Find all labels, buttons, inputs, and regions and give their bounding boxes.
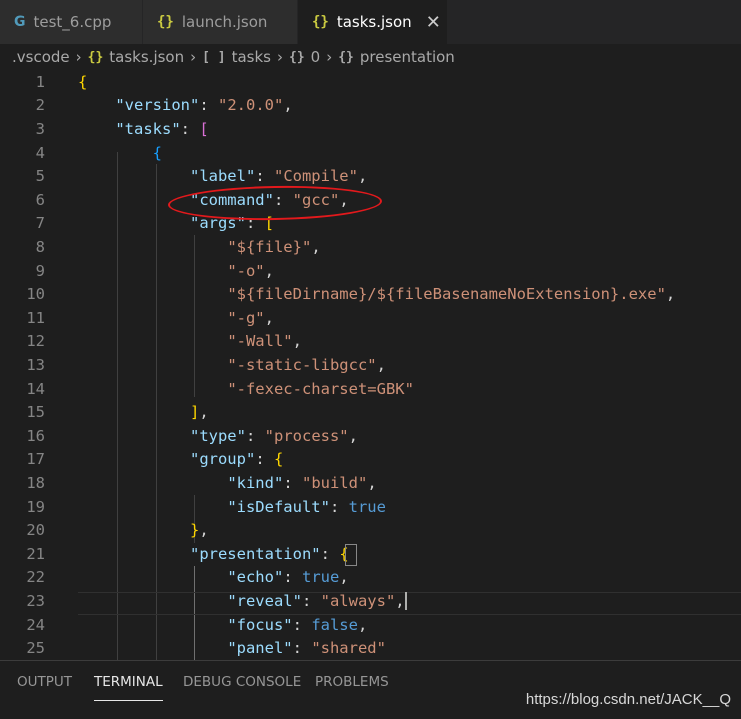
tab-launch-json[interactable]: {} launch.json: [143, 0, 298, 44]
text-cursor: [404, 592, 407, 611]
line-number: 10: [26, 285, 45, 304]
breadcrumb-presentation[interactable]: presentation: [360, 48, 455, 66]
line-number: 11: [26, 308, 45, 327]
line-number: 12: [26, 332, 45, 351]
code-line: 11 "-g",: [0, 306, 741, 330]
code-line: 8 "${file}",: [0, 235, 741, 259]
line-number: 7: [35, 214, 45, 233]
bracket-match-highlight: [345, 544, 357, 566]
code-line: 25 "panel": "shared": [0, 636, 741, 660]
tab-debug-console[interactable]: DEBUG CONSOLE: [183, 674, 301, 700]
chevron-right-icon: ›: [190, 48, 197, 66]
code-line: 15 ],: [0, 400, 741, 424]
cpp-file-icon: G: [14, 14, 26, 30]
array-icon: [ ]: [202, 49, 226, 65]
code-line: 22 "echo": true,: [0, 566, 741, 590]
line-number: 2: [35, 96, 45, 115]
line-number: 21: [26, 544, 45, 563]
line-number: 14: [26, 379, 45, 398]
code-line: 13 "-static-libgcc",: [0, 353, 741, 377]
json-file-icon: {}: [312, 14, 329, 30]
bottom-panel: OUTPUT TERMINAL DEBUG CONSOLE PROBLEMS h…: [0, 660, 741, 719]
code-line: 2 "version": "2.0.0",: [0, 94, 741, 118]
code-line: 14 "-fexec-charset=GBK": [0, 377, 741, 401]
tab-label: launch.json: [181, 13, 268, 31]
code-line: 17 "group": {: [0, 448, 741, 472]
code-line: 5 "label": "Compile",: [0, 164, 741, 188]
tab-label: test_6.cpp: [33, 13, 112, 31]
code-line: 20 },: [0, 518, 741, 542]
code-line: 1 {: [0, 70, 741, 94]
breadcrumb-folder[interactable]: .vscode: [12, 48, 70, 66]
breadcrumb-file[interactable]: tasks.json: [109, 48, 184, 66]
code-line: 18 "kind": "build",: [0, 471, 741, 495]
code-line: 16 "type": "process",: [0, 424, 741, 448]
line-number: 17: [26, 450, 45, 469]
code-editor[interactable]: 1 { 2 "version": "2.0.0", 3 "tasks": [ 4…: [0, 70, 741, 660]
line-number: 15: [26, 403, 45, 422]
tab-terminal[interactable]: TERMINAL: [94, 674, 163, 701]
line-number: 20: [26, 521, 45, 540]
line-number: 19: [26, 497, 45, 516]
line-number: 25: [26, 639, 45, 658]
line-number: 24: [26, 615, 45, 634]
line-number: 22: [26, 568, 45, 587]
line-number: 23: [26, 591, 45, 610]
line-number: 3: [35, 119, 45, 138]
tab-tasks-json[interactable]: {} tasks.json ✕: [298, 0, 448, 44]
line-number: 16: [26, 426, 45, 445]
code-line: 24 "focus": false,: [0, 613, 741, 637]
line-number: 5: [35, 167, 45, 186]
code-line: 3 "tasks": [: [0, 117, 741, 141]
code-line: 7 "args": [: [0, 212, 741, 236]
object-icon: {}: [289, 49, 305, 65]
line-number: 18: [26, 473, 45, 492]
tab-test-6-cpp[interactable]: G test_6.cpp: [0, 0, 143, 44]
chevron-right-icon: ›: [75, 48, 82, 66]
tab-output[interactable]: OUTPUT: [17, 674, 72, 700]
code-line: 4 {: [0, 141, 741, 165]
line-number: 4: [35, 143, 45, 162]
line-number: 13: [26, 355, 45, 374]
chevron-right-icon: ›: [326, 48, 333, 66]
breadcrumb-tasks[interactable]: tasks: [232, 48, 271, 66]
watermark: https://blog.csdn.net/JACK__Q: [525, 691, 731, 708]
close-icon[interactable]: ✕: [426, 12, 441, 33]
line-number: 9: [35, 261, 45, 280]
code-line: 23 "reveal": "always",: [0, 589, 741, 613]
code-line: 10 "${fileDirname}/${fileBasenameNoExten…: [0, 282, 741, 306]
json-file-icon: {}: [87, 49, 104, 65]
breadcrumb: .vscode › {} tasks.json › [ ] tasks › {}…: [0, 44, 741, 70]
editor-tab-bar: G test_6.cpp {} launch.json {} tasks.jso…: [0, 0, 741, 44]
code-line: 21 "presentation": {: [0, 542, 741, 566]
breadcrumb-index[interactable]: 0: [311, 48, 321, 66]
json-file-icon: {}: [157, 14, 174, 30]
object-icon: {}: [338, 49, 354, 65]
code-line: 12 "-Wall",: [0, 330, 741, 354]
line-number: 8: [35, 237, 45, 256]
line-number: 1: [35, 72, 45, 91]
tab-problems[interactable]: PROBLEMS: [315, 674, 389, 700]
code-line: 19 "isDefault": true: [0, 495, 741, 519]
chevron-right-icon: ›: [277, 48, 283, 66]
line-number: 6: [35, 190, 45, 209]
code-line: 9 "-o",: [0, 259, 741, 283]
tab-label: tasks.json: [336, 13, 412, 31]
